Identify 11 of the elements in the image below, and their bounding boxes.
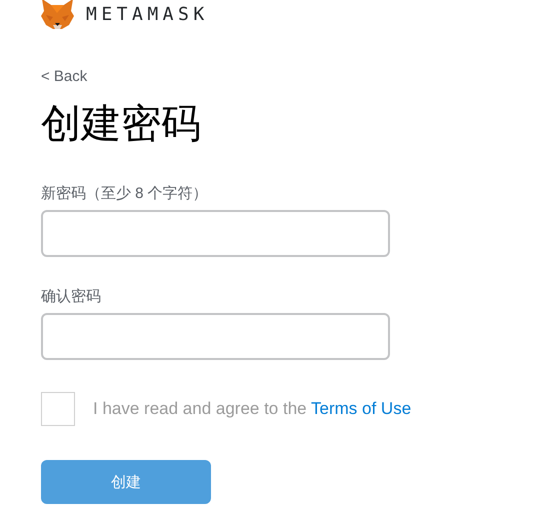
terms-checkbox[interactable] [41,392,75,426]
password-field[interactable] [41,210,390,257]
field-label: 新密码（至少 8 个字符） [41,184,208,203]
page-title: 创建密码 [41,101,202,148]
terms-link[interactable]: Terms of Use [311,399,412,418]
field-label: 确认密码 [41,287,101,306]
back-link[interactable]: < Back [41,68,88,85]
password-field[interactable] [41,313,390,360]
brand-name: METAMASK [86,4,209,24]
terms-text: I have read and agree to the Terms of Use [93,399,412,419]
fox-logo-icon [41,0,74,29]
